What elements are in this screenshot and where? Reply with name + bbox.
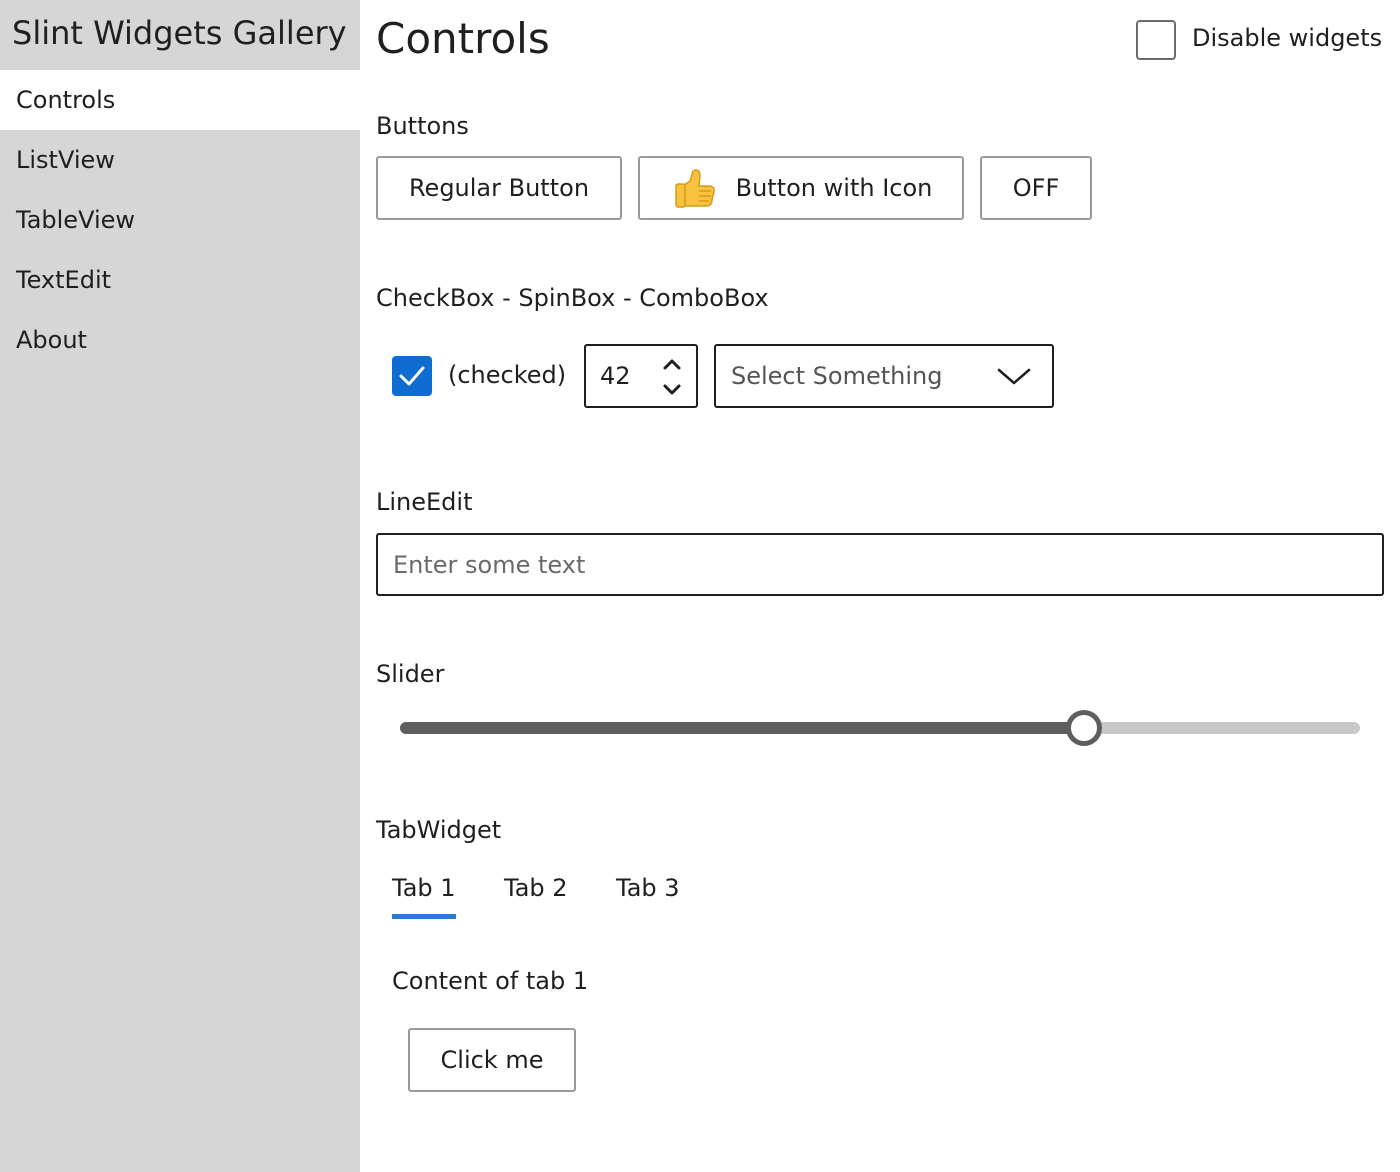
app-window: Slint Widgets Gallery Controls ListView … — [0, 0, 1400, 1172]
chevron-down-icon[interactable] — [660, 379, 684, 399]
click-me-button[interactable]: Click me — [408, 1028, 576, 1092]
toggle-button[interactable]: OFF — [980, 156, 1092, 220]
combobox[interactable]: Select Something — [714, 344, 1054, 408]
tab-2[interactable]: Tab 2 — [504, 874, 568, 902]
tab-1[interactable]: Tab 1 — [392, 874, 456, 902]
app-title: Slint Widgets Gallery — [12, 14, 347, 52]
click-me-button-label: Click me — [440, 1046, 544, 1074]
inputs-section-label: CheckBox - SpinBox - ComboBox — [376, 284, 769, 312]
buttons-section-label: Buttons — [376, 112, 469, 140]
slider-fill — [400, 722, 1085, 734]
slider-track[interactable] — [400, 710, 1360, 746]
slider-thumb[interactable] — [1066, 710, 1103, 746]
sidebar-item-textedit[interactable]: TextEdit — [0, 250, 360, 310]
sidebar-item-tableview[interactable]: TableView — [0, 190, 360, 250]
sidebar-item-listview[interactable]: ListView — [0, 130, 360, 190]
tabwidget-section-label: TabWidget — [376, 816, 502, 844]
spinbox[interactable]: 42 — [584, 344, 698, 408]
chevron-up-icon[interactable] — [660, 355, 684, 375]
button-with-icon-label: Button with Icon — [735, 174, 933, 202]
regular-button-label: Regular Button — [408, 174, 590, 202]
sidebar-item-about[interactable]: About — [0, 310, 360, 370]
button-with-icon[interactable]: Button with Icon — [638, 156, 964, 220]
thumbs-up-icon — [674, 169, 715, 208]
line-edit[interactable] — [376, 533, 1384, 596]
lineedit-section-label: LineEdit — [376, 488, 473, 516]
tab-3[interactable]: Tab 3 — [616, 874, 680, 902]
page-title: Controls — [376, 14, 550, 63]
toggle-button-label: OFF — [1012, 174, 1060, 202]
checkbox-label[interactable]: (checked) — [448, 361, 566, 389]
sidebar: Slint Widgets Gallery Controls ListView … — [0, 0, 360, 1172]
spinbox-value: 42 — [600, 362, 631, 390]
slider-section-label: Slider — [376, 660, 445, 688]
checkmark-icon — [399, 366, 425, 386]
combobox-value: Select Something — [731, 362, 943, 390]
tab-content-text: Content of tab 1 — [392, 967, 589, 995]
regular-button[interactable]: Regular Button — [376, 156, 622, 220]
chevron-down-icon — [997, 368, 1031, 385]
disable-widgets-checkbox[interactable] — [1136, 20, 1176, 60]
tab-selected-indicator — [392, 914, 456, 919]
sidebar-item-controls[interactable]: Controls — [0, 70, 360, 130]
checkbox[interactable] — [392, 356, 432, 396]
disable-widgets-label[interactable]: Disable widgets — [1192, 24, 1382, 52]
